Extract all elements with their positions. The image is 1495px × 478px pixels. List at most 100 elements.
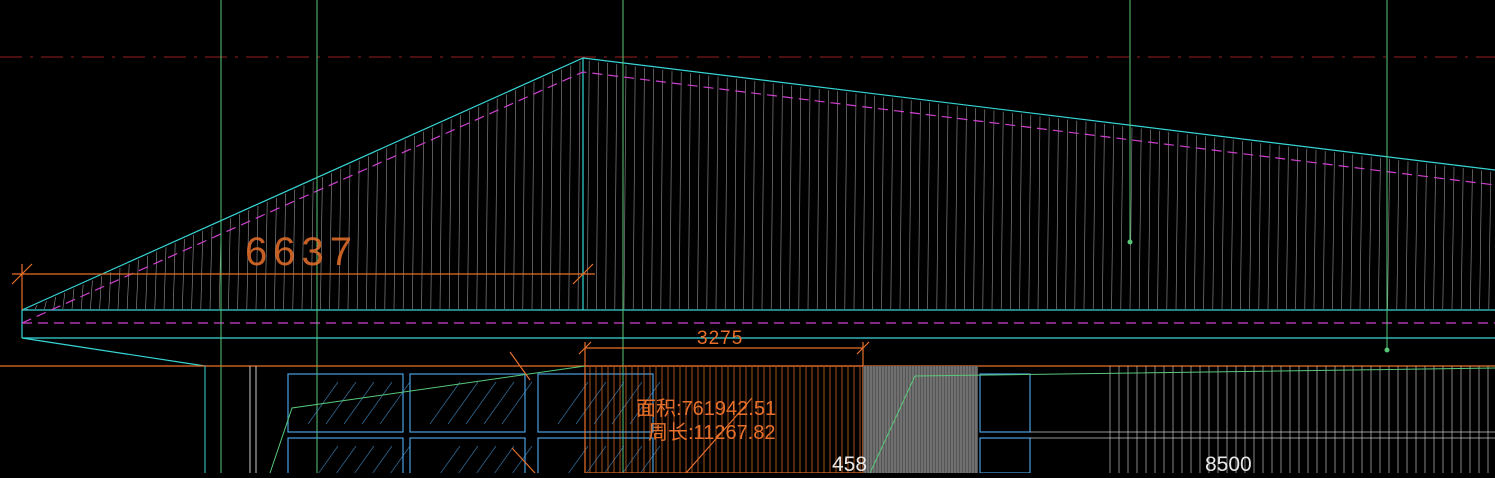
hatch-line <box>1112 125 1114 309</box>
glazing-hatch <box>558 446 588 473</box>
hatch-line <box>974 108 976 309</box>
hatch-line <box>845 92 847 309</box>
hatch-line <box>836 91 838 309</box>
hatch-line <box>477 107 479 309</box>
hatch-line <box>964 107 966 309</box>
hatch-line <box>1461 168 1463 309</box>
hatch-line <box>744 80 746 309</box>
hatch-line <box>707 75 709 309</box>
hatch-line <box>891 98 893 309</box>
glazing-hatch <box>576 382 606 424</box>
dim-3275-label[interactable]: 3275 <box>697 328 743 349</box>
hatch-line <box>431 127 433 309</box>
hatch-line <box>734 79 736 309</box>
perimeter-measurement-label[interactable]: 周长:11267.82 <box>648 421 776 444</box>
hatch-line <box>799 87 801 309</box>
hidden-lines <box>22 72 1495 323</box>
hatch-line <box>1323 151 1325 309</box>
hatch-line <box>486 103 488 309</box>
hatch-line <box>514 90 516 309</box>
hatch-line <box>928 103 930 309</box>
hatch-line <box>790 86 792 309</box>
hatch-line <box>136 260 138 309</box>
hatch-line <box>504 94 506 309</box>
hidden-roof-outline <box>22 72 1495 323</box>
hatch-line <box>164 247 166 309</box>
hatch-line <box>228 218 230 309</box>
hatch-line <box>771 83 773 309</box>
hatch-line <box>615 64 617 309</box>
grid-axis-4-node <box>1128 240 1132 244</box>
hatch-line <box>1121 126 1123 309</box>
glazing-hatch <box>466 382 496 424</box>
hatch-line <box>238 214 240 309</box>
hatch-line <box>872 96 874 309</box>
hatch-line <box>560 70 562 309</box>
cad-drawing-viewport[interactable]: 6637 3275 面积:761942.51 周长:11267.82 458 8… <box>0 0 1495 473</box>
hatch-line <box>1480 170 1482 309</box>
dim-6637-label[interactable]: 6637 <box>245 230 358 274</box>
glazing-hatch <box>576 446 606 473</box>
hatch-line <box>992 110 994 309</box>
roof-outline[interactable] <box>22 58 1495 366</box>
hatch-line <box>1470 169 1472 309</box>
hatch-line <box>817 89 819 309</box>
hatch-line <box>661 70 663 309</box>
hatch-line <box>376 152 378 309</box>
glazing-hatch <box>430 446 460 473</box>
hatch-line <box>1029 115 1031 309</box>
glazing-hatch <box>484 382 514 424</box>
hatch-line <box>587 61 589 309</box>
glazing-panel <box>538 438 653 473</box>
hatch-line <box>1452 167 1454 309</box>
hatch-line <box>808 88 810 309</box>
hatch-line <box>1185 134 1187 309</box>
glazing-panel <box>980 374 1030 432</box>
hatch-line <box>900 99 902 309</box>
hatch-line <box>1038 116 1040 309</box>
hatch-line <box>1213 138 1215 309</box>
hatch-line <box>578 61 580 309</box>
glazing-hatch <box>308 382 338 424</box>
dim-8500-label[interactable]: 8500 <box>1205 453 1252 473</box>
hatch-line <box>1268 144 1270 309</box>
hatch-line <box>624 65 626 309</box>
glazing-hatch <box>308 446 338 473</box>
dim-458-label[interactable]: 458 <box>832 453 867 473</box>
hatch-line <box>1277 145 1279 309</box>
hatch-line <box>1056 118 1058 309</box>
hatch-line <box>523 86 525 309</box>
hatch-line <box>1360 156 1362 309</box>
glazing-hatch <box>380 382 410 424</box>
hatch-line <box>1148 130 1150 309</box>
hatch-line <box>109 272 111 309</box>
hatch-line <box>449 119 451 309</box>
hatch-line <box>569 65 571 309</box>
glazing-hatch <box>362 382 392 424</box>
glazing-hatch <box>326 382 356 424</box>
hatch-line <box>1332 152 1334 309</box>
hatch-line <box>1222 139 1224 309</box>
hatch-line <box>146 256 148 309</box>
hatch-line <box>1001 112 1003 309</box>
hatch-line <box>468 111 470 309</box>
glazing-panel <box>980 438 1030 473</box>
hatch-line <box>1010 113 1012 309</box>
grid-axis-5-node <box>1385 348 1389 352</box>
hatch-line <box>1397 160 1399 309</box>
area-measurement-label[interactable]: 面积:761942.51 <box>636 397 776 420</box>
hatch-line <box>596 62 598 309</box>
hatch-line <box>725 78 727 309</box>
hatch-line <box>1378 158 1380 309</box>
hatch-line <box>1158 131 1160 309</box>
hatch-line <box>192 235 194 309</box>
glazing-hatch <box>630 446 660 473</box>
glazing-hatch <box>594 446 624 473</box>
hatch-line <box>1240 141 1242 309</box>
hatch-line <box>679 72 681 309</box>
hatch-line <box>63 293 65 309</box>
roof-edge-left-slope[interactable] <box>22 58 1495 310</box>
hatch-line <box>983 109 985 309</box>
soffit-line <box>22 338 205 366</box>
hatch-line <box>1305 149 1307 309</box>
